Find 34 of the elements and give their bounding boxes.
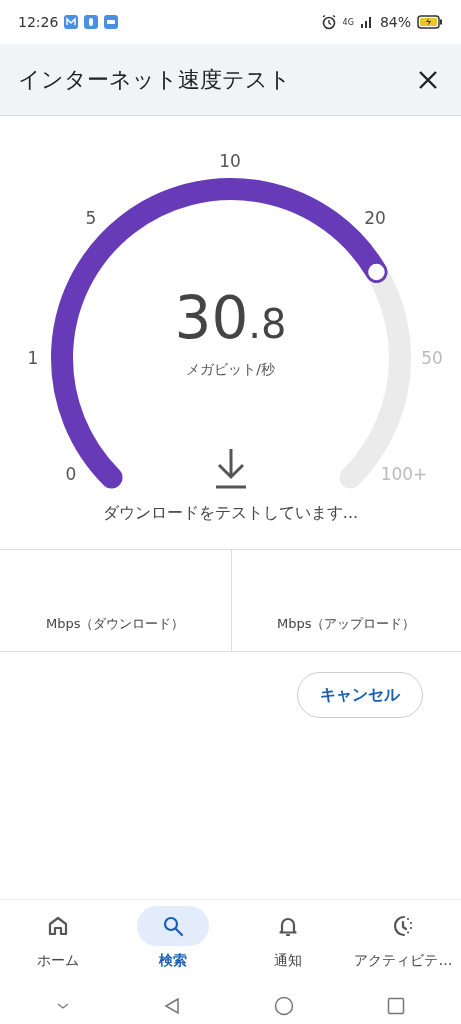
speed-unit: メガビット/秒 [186,361,275,379]
back-icon[interactable] [163,997,182,1015]
scale-label: 100+ [380,464,428,484]
nav-tab[interactable]: 検索 [115,900,231,988]
mail-icon [64,15,79,29]
nav-tab[interactable]: 通知 [230,900,346,988]
chevron-down-icon[interactable] [56,1001,71,1011]
test-status: ダウンロードをテストしています... [102,502,359,524]
speed-decimal: .8 [248,301,287,347]
recents-icon[interactable] [386,997,405,1015]
nav-tab[interactable]: アクティビテ… [345,900,461,988]
scale-label: 5 [85,208,97,228]
alarm-icon [320,14,337,30]
network-type: 4G [342,17,354,27]
card-icon [104,15,119,29]
cancel-button[interactable]: キャンセル [297,672,423,718]
page-title: インターネット速度テスト [18,65,292,94]
result-label: Mbps（ダウンロード） [46,615,185,633]
scale-label: 50 [421,348,443,368]
speed-value: 30 [174,284,249,352]
battery-percent: 84% [379,14,411,30]
scale-label: 1 [27,348,39,368]
scale-label: 0 [65,464,77,484]
scale-label: 20 [364,208,386,228]
scale-label: 10 [219,151,241,171]
close-icon [417,68,439,91]
signal-icon [359,15,374,29]
home-circle-icon[interactable] [273,996,294,1016]
nav-tab[interactable]: ホーム [0,900,116,988]
status-time: 12:26 [18,14,59,30]
battery-icon [417,15,443,29]
download-icon [216,447,246,489]
app-icon [84,15,99,29]
result-label: Mbps（アップロード） [277,615,416,633]
